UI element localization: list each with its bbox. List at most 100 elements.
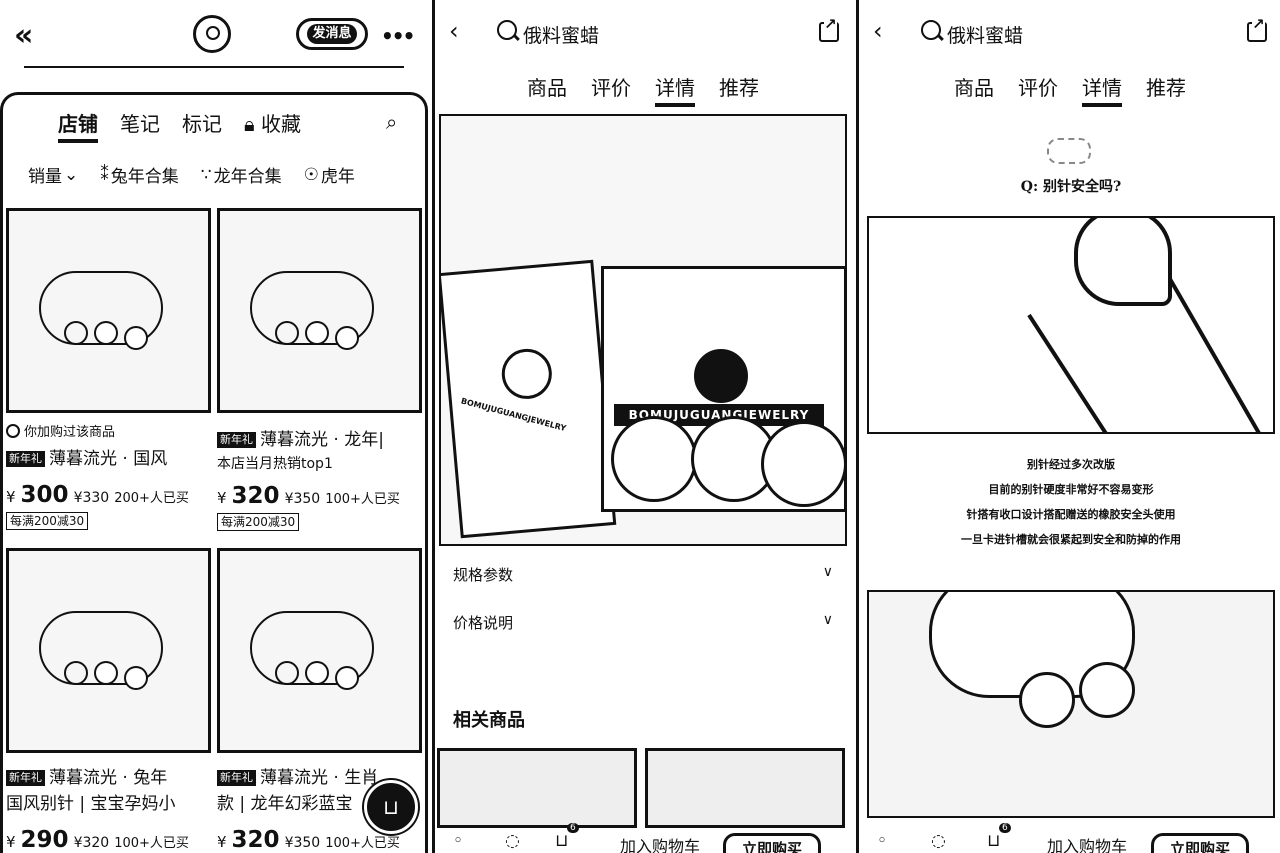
cart-icon[interactable]: ⊔ (987, 831, 1000, 851)
home-icon[interactable]: ◦ (453, 831, 463, 851)
related-thumb[interactable] (645, 748, 845, 828)
currency: ¥ (6, 833, 16, 851)
hand-photo[interactable] (867, 590, 1275, 818)
cart-icon[interactable]: ⊔ (555, 831, 568, 851)
dragon-icon: ∵ (200, 164, 212, 185)
sold-count: 100+人已买 (325, 836, 400, 851)
search-icon (497, 20, 517, 40)
add-to-cart-button[interactable]: 加入购物车 (1047, 833, 1127, 853)
gift-bag: BOMUJUGUANGJEWELRY (441, 259, 617, 539)
buy-now-button[interactable]: 立即购买 (1151, 833, 1250, 853)
faq-question: Q: 别针安全吗? (1020, 179, 1122, 195)
shop-top-bar: « 发消息 ••• (0, 0, 428, 80)
search-icon[interactable]: ⌕ (386, 110, 397, 134)
tab-details[interactable]: 详情 (1082, 72, 1122, 107)
promo-badge: 每满200减30 (217, 513, 300, 531)
chevron-down-icon: ⌄ (64, 164, 79, 185)
tab-details[interactable]: 详情 (655, 72, 695, 107)
search-query[interactable]: 俄料蜜蜡 (523, 21, 599, 48)
filter-dragon[interactable]: ∵ 龙年合集 (200, 162, 282, 188)
price-info-row[interactable]: 价格说明 ∨ (453, 612, 833, 633)
cart-badge: 6 (999, 823, 1011, 833)
tab-marks[interactable]: 标记 (182, 108, 222, 143)
amber-bead (611, 416, 697, 502)
price: 290 (20, 827, 69, 853)
search-query[interactable]: 俄料蜜蜡 (947, 21, 1023, 48)
price: 320 (231, 483, 280, 509)
product-title: 新年礼 薄暮流光 · 国风 (6, 446, 211, 472)
tab-favorites-label: 收藏 (261, 112, 301, 136)
filter-tiger[interactable]: ☉ 虎年 (304, 162, 355, 188)
detail-tabs: 商品 评价 详情 推荐 (954, 72, 1186, 107)
currency: ¥ (217, 489, 227, 507)
product-card[interactable]: 你加购过该商品 新年礼 薄暮流光 · 国风 ¥300 ¥330 200+人已买 每… (6, 208, 211, 530)
message-button[interactable]: 发消息 (296, 18, 368, 50)
shop-panel: « 发消息 ••• 店铺 笔记 标记 🔒︎ 收藏 ⌕ 销量 ⌄ ⁑ 兔年合集 ∵ 龙年… (0, 0, 428, 853)
tab-product[interactable]: 商品 (527, 72, 567, 107)
cart-fab-button[interactable]: ⊔ (364, 780, 418, 834)
new-year-tag: 新年礼 (217, 432, 256, 448)
pin-shaft (1027, 313, 1140, 432)
bottom-action-bar: ◦ ◌ ⊔ 6 加入购物车 立即购买 (435, 823, 855, 853)
filter-sales[interactable]: 销量 ⌄ (28, 162, 79, 188)
buy-now-button[interactable]: 立即购买 (723, 833, 822, 853)
tab-favorites[interactable]: 🔒︎ 收藏 (244, 108, 301, 143)
original-price: ¥330 (73, 490, 110, 506)
related-thumb[interactable] (437, 748, 637, 828)
product-title-line2: 国风别针 | 宝宝孕妈小 (6, 794, 176, 814)
more-icon[interactable]: ••• (381, 24, 415, 48)
product-card[interactable]: 新年礼 薄暮流光 · 兔年 国风别针 | 宝宝孕妈小 ¥290 ¥320 100+… (6, 548, 211, 853)
product-card[interactable]: 新年礼 薄暮流光 · 龙年| 本店当月热销top1 ¥320 ¥350 100+人… (217, 208, 422, 531)
bottom-action-bar: ◦ ◌ ⊔ 6 加入购物车 立即购买 (859, 823, 1280, 853)
product-image[interactable] (217, 208, 422, 413)
back-icon[interactable]: ‹ (449, 17, 459, 45)
cart-note-text: 你加购过该商品 (24, 425, 116, 440)
service-icon[interactable]: ◌ (505, 831, 520, 851)
filter-rabbit[interactable]: ⁑ 兔年合集 (100, 162, 179, 188)
related-heading: 相关商品 (453, 710, 525, 731)
product-subtitle: 本店当月热销top1 (217, 456, 333, 472)
tab-reviews[interactable]: 评价 (1018, 72, 1058, 107)
tab-reviews[interactable]: 评价 (591, 72, 631, 107)
chevron-down-icon: ∨ (822, 612, 833, 628)
service-icon[interactable]: ◌ (931, 831, 946, 851)
share-icon[interactable] (819, 16, 839, 42)
share-icon[interactable] (1247, 16, 1267, 42)
add-to-cart-button[interactable]: 加入购物车 (620, 833, 700, 853)
tab-recommend[interactable]: 推荐 (719, 72, 759, 107)
product-title: 新年礼 薄暮流光 · 龙年| (217, 427, 422, 453)
brand-logo (499, 346, 554, 402)
tab-shop[interactable]: 店铺 (58, 108, 98, 143)
spec-row[interactable]: 规格参数 ∨ (453, 564, 833, 585)
currency: ¥ (217, 833, 227, 851)
detail-header: ‹ 俄料蜜蜡 (435, 0, 855, 62)
tab-notes[interactable]: 笔记 (120, 108, 160, 143)
cart-note: 你加购过该商品 (6, 421, 211, 440)
sold-count: 200+人已买 (114, 491, 189, 506)
message-button-label: 发消息 (307, 24, 357, 44)
currency: ¥ (6, 488, 16, 506)
tab-recommend[interactable]: 推荐 (1146, 72, 1186, 107)
search-icon (921, 20, 941, 40)
product-title-text: 薄暮流光 · 龙年| (260, 430, 384, 450)
product-title: 新年礼 薄暮流光 · 兔年 (6, 765, 211, 791)
product-image[interactable] (6, 548, 211, 753)
pin-head (1074, 218, 1172, 306)
target-icon[interactable] (193, 15, 231, 53)
product-photo[interactable]: BOMUJUGUANGJEWELRY BOMUJUGUANGJEWELRY (439, 114, 847, 546)
product-image[interactable] (6, 208, 211, 413)
original-price: ¥350 (284, 835, 321, 851)
cart-badge: 6 (567, 823, 579, 833)
product-image[interactable] (217, 548, 422, 753)
product-detail-faq-panel: ‹ 俄料蜜蜡 商品 评价 详情 推荐 Q: 别针安全吗? 别针经过多次改版 目前… (856, 0, 1280, 853)
price-line: ¥300 ¥330 200+人已买 (6, 482, 211, 508)
bag-text: BOMUJUGUANGJEWELRY (460, 396, 568, 434)
back-icon[interactable]: « (14, 18, 33, 53)
home-icon[interactable]: ◦ (877, 831, 887, 851)
product-title-text: 薄暮流光 · 兔年 (49, 768, 168, 788)
pin-photo[interactable] (867, 216, 1275, 434)
new-year-tag: 新年礼 (6, 770, 45, 786)
back-icon[interactable]: ‹ (873, 17, 883, 45)
tab-product[interactable]: 商品 (954, 72, 994, 107)
price-info-label: 价格说明 (453, 614, 514, 632)
